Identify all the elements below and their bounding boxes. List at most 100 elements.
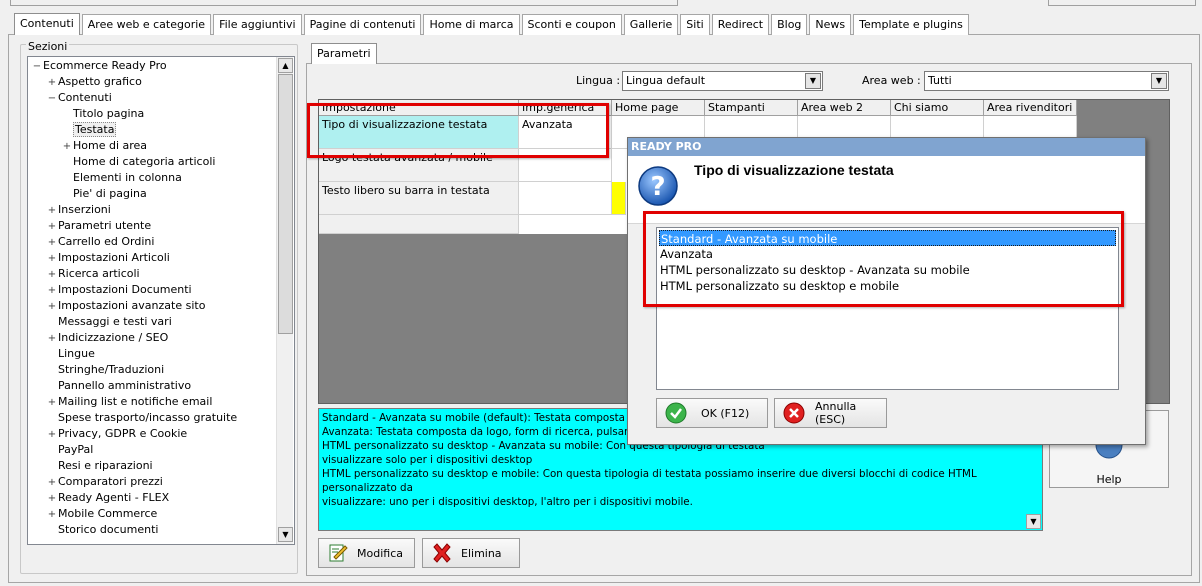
tab-parametri[interactable]: Parametri — [311, 43, 377, 64]
chevron-down-icon[interactable]: ▼ — [1026, 514, 1041, 529]
tree-item-label: Contenuti — [58, 91, 112, 104]
top-button-edge[interactable] — [1048, 0, 1196, 6]
expand-icon[interactable]: + — [46, 331, 58, 347]
tree-item[interactable]: + Impostazioni avanzate sito — [46, 298, 206, 315]
expand-icon[interactable]: + — [46, 475, 58, 491]
annulla-button[interactable]: Annulla (ESC) — [774, 398, 887, 428]
tree-item-label: Impostazioni Documenti — [58, 283, 192, 296]
tree-item[interactable]: + Mailing list e notifiche email — [46, 394, 213, 411]
lingua-select[interactable]: Lingua default ▼ — [622, 71, 823, 91]
scroll-up-icon[interactable]: ▲ — [278, 58, 293, 73]
tree-item[interactable]: Pannello amministrativo — [46, 378, 191, 394]
grid-header-area-rivenditori[interactable]: Area rivenditori — [984, 100, 1077, 116]
tab-news[interactable]: News — [809, 14, 852, 35]
grid-header-stampanti[interactable]: Stampanti — [705, 100, 798, 116]
tab-pagine-di-contenuti[interactable]: Pagine di contenuti — [303, 14, 422, 35]
tree-item[interactable]: Elementi in colonna — [61, 170, 182, 186]
tab-sconti-e-coupon[interactable]: Sconti e coupon — [521, 14, 622, 35]
expand-icon[interactable]: + — [46, 267, 58, 283]
grid-row-value[interactable] — [519, 182, 612, 215]
tree-item[interactable]: + Home di area — [61, 138, 147, 154]
expand-icon[interactable]: + — [46, 235, 58, 251]
tree-item[interactable]: Lingue — [46, 346, 95, 362]
tree-item[interactable]: + Aspetto grafico — [46, 74, 142, 90]
tree-item[interactable]: Pie' di pagina — [61, 186, 147, 202]
tab-contenuti[interactable]: Contenuti — [14, 13, 80, 35]
tree-item[interactable]: + Impostazioni Documenti — [46, 282, 192, 298]
tree-item-label: Pie' di pagina — [73, 187, 147, 200]
tab-template-e-plugins[interactable]: Template e plugins — [853, 14, 969, 35]
tree-item[interactable]: Titolo pagina — [61, 106, 144, 122]
grid-header-area-web-2[interactable]: Area web 2 — [798, 100, 891, 116]
elimina-button[interactable]: Elimina — [422, 538, 520, 568]
tree-item[interactable]: Home di categoria articoli — [61, 154, 215, 170]
edit-icon — [327, 542, 349, 564]
tree-item[interactable]: + Comparatori prezzi — [46, 474, 163, 490]
tab-file-aggiuntivi[interactable]: File aggiuntivi — [213, 14, 302, 35]
grid-header-chi-siamo[interactable]: Chi siamo — [891, 100, 984, 116]
tree-item[interactable]: − Contenuti — [46, 90, 112, 106]
expand-icon[interactable]: + — [46, 219, 58, 235]
tree-item[interactable]: + Privacy, GDPR e Cookie — [46, 426, 187, 442]
tree-item-label: Titolo pagina — [73, 107, 145, 120]
tree-item[interactable]: Storico documenti — [46, 522, 158, 538]
grid-cell-highlight[interactable] — [612, 182, 626, 215]
tree-item[interactable]: Messaggi e testi vari — [46, 314, 172, 330]
area-web-select[interactable]: Tutti ▼ — [924, 71, 1169, 91]
expand-icon[interactable]: + — [46, 75, 58, 91]
expand-icon[interactable]: + — [61, 139, 73, 155]
tree-item[interactable]: Resi e riparazioni — [46, 458, 153, 474]
tree-item[interactable]: + Ricerca articoli — [46, 266, 140, 282]
expand-icon[interactable]: + — [46, 299, 58, 315]
expand-icon[interactable]: + — [46, 507, 58, 523]
expand-icon[interactable]: + — [46, 395, 58, 411]
chevron-down-icon[interactable]: ▼ — [1151, 73, 1167, 89]
tab-siti[interactable]: Siti — [680, 14, 710, 35]
ok-button[interactable]: OK (F12) — [656, 398, 768, 428]
help-label: Help — [1096, 473, 1122, 486]
expand-icon[interactable]: + — [46, 427, 58, 443]
tree-item-label: Pannello amministrativo — [58, 379, 192, 392]
tree-item[interactable]: Stringhe/Traduzioni — [46, 362, 164, 378]
tree-scrollbar[interactable]: ▲ ▼ — [276, 57, 293, 544]
grid-row-name[interactable]: Testo libero su barra in testata — [319, 182, 519, 215]
tab-gallerie[interactable]: Gallerie — [623, 14, 679, 35]
tree-item[interactable]: PayPal — [46, 442, 93, 458]
tree-item-label: Testata — [73, 122, 117, 137]
expand-icon[interactable]: + — [46, 251, 58, 267]
tree-item[interactable]: + Carrello ed Ordini — [46, 234, 155, 251]
tree-item[interactable]: + Parametri utente — [46, 218, 151, 234]
tree-item[interactable]: Testata — [61, 122, 117, 138]
dialog-title[interactable]: READY PRO — [628, 138, 1145, 156]
tree-item[interactable]: + Inserzioni — [46, 202, 111, 218]
tree-item[interactable]: Spese trasporto/incasso gratuite — [46, 410, 237, 426]
expand-icon[interactable]: + — [46, 283, 58, 299]
scroll-thumb[interactable] — [278, 74, 293, 334]
collapse-icon[interactable]: − — [46, 91, 58, 107]
tree-item[interactable]: + Mobile Commerce — [46, 506, 158, 523]
chevron-down-icon[interactable]: ▼ — [805, 73, 821, 89]
tree-item-label: Elementi in colonna — [73, 171, 182, 184]
sections-tree[interactable]: − Ecommerce Ready Pro + Aspetto grafico − Con… — [27, 56, 295, 545]
modifica-label: Modifica — [357, 546, 403, 560]
grid-header-home-page[interactable]: Home page — [612, 100, 705, 116]
expand-icon[interactable]: + — [46, 491, 58, 507]
tree-item[interactable]: + Impostazioni Articoli — [46, 250, 170, 266]
checkmark-icon — [665, 402, 687, 424]
expand-icon[interactable]: + — [46, 203, 58, 219]
highlight-box-options — [643, 211, 1124, 307]
tree-item[interactable]: − Ecommerce Ready Pro — [31, 58, 167, 74]
tab-home-di-marca[interactable]: Home di marca — [423, 14, 520, 35]
tab-redirect[interactable]: Redirect — [711, 14, 770, 35]
tab-aree-web-e-categorie[interactable]: Aree web e categorie — [81, 14, 212, 35]
elimina-label: Elimina — [461, 546, 502, 560]
tree-item-label: Inserzioni — [58, 203, 111, 216]
tree-item[interactable]: + Indicizzazione / SEO — [46, 330, 168, 346]
tree-item-label: Home di area — [73, 139, 148, 152]
modifica-button[interactable]: Modifica — [318, 538, 415, 568]
collapse-icon[interactable]: − — [31, 59, 43, 75]
scroll-down-icon[interactable]: ▼ — [278, 527, 293, 542]
tree-item[interactable]: + Ready Agenti - FLEX — [46, 490, 169, 506]
tree-item-label: Parametri utente — [58, 219, 152, 232]
tab-blog[interactable]: Blog — [771, 14, 808, 35]
